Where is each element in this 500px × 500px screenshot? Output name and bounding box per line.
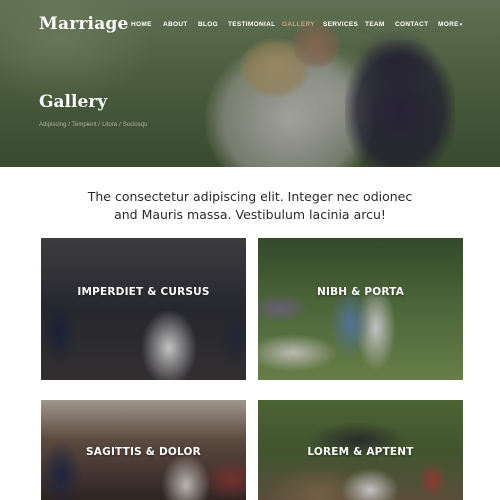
breadcrumb-item[interactable]: Adipiscing <box>39 122 66 128</box>
nav-item-gallery[interactable]: GALLERY <box>282 21 315 28</box>
top-nav: Marriage HOME ABOUT BLOG TESTIMONIAL GAL… <box>0 0 500 50</box>
gallery-card-caption: SAGITTIS & DOLOR <box>86 446 201 458</box>
gallery-card[interactable]: LOREM & APTENT <box>258 400 463 500</box>
gallery-card-caption: IMPERDIET & CURSUS <box>77 286 210 298</box>
breadcrumb-separator: / <box>98 122 101 128</box>
nav-item-contact[interactable]: CONTACT <box>395 21 428 28</box>
gallery-card-caption: NIBH & PORTA <box>316 286 405 298</box>
breadcrumb-separator: / <box>119 122 121 128</box>
breadcrumb-separator: / <box>68 122 71 128</box>
nav-item-team[interactable]: TEAM <box>365 21 385 28</box>
gallery-card[interactable]: IMPERDIET & CURSUS <box>41 238 246 380</box>
nav-item-more[interactable]: MORE▾ <box>438 21 463 28</box>
gallery-card[interactable]: NIBH & PORTA <box>258 238 463 380</box>
nav-item-about[interactable]: ABOUT <box>163 21 188 28</box>
nav-item-blog[interactable]: BLOG <box>198 21 218 28</box>
hero-groom <box>345 40 455 167</box>
breadcrumb-item[interactable]: Litora <box>102 122 117 128</box>
intro-line: The consectetur adipiscing elit. Integer… <box>87 189 413 204</box>
nav-item-testimonial[interactable]: TESTIMONIAL <box>228 21 275 28</box>
intro-text: The consectetur adipiscing elit. Integer… <box>0 188 500 224</box>
nav-item-more-label: MORE <box>438 21 459 28</box>
nav-menu: HOME ABOUT BLOG TESTIMONIAL GALLERY SERV… <box>0 21 500 31</box>
breadcrumb-item[interactable]: Tempient <box>72 122 96 128</box>
hero-bride-dress <box>205 40 375 167</box>
nav-item-home[interactable]: HOME <box>131 21 152 28</box>
gallery-card-caption: LOREM & APTENT <box>307 446 414 458</box>
gallery-card[interactable]: SAGITTIS & DOLOR <box>41 400 246 500</box>
intro-line: and Mauris massa. Vestibulum lacinia arc… <box>114 207 386 222</box>
chevron-down-icon: ▾ <box>459 22 463 28</box>
breadcrumb: Adipiscing / Tempient / Litora / Sociosqu <box>39 122 147 128</box>
page-title: Gallery <box>39 92 108 112</box>
breadcrumb-item: Sociosqu <box>122 122 148 128</box>
nav-item-services[interactable]: SERVICES <box>323 21 358 28</box>
